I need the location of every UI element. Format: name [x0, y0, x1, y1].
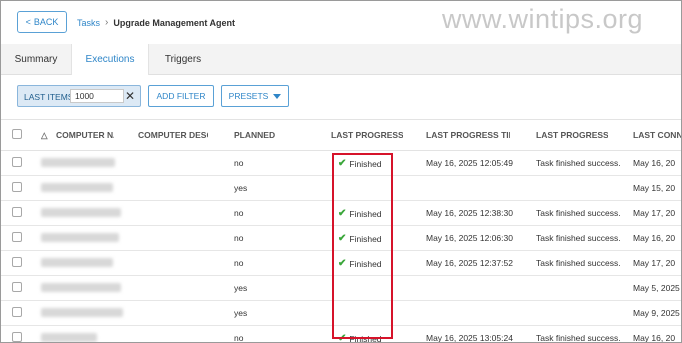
app-window: < BACK Tasks › Upgrade Management Agent …: [0, 0, 682, 343]
row-checkbox[interactable]: [12, 157, 22, 167]
cell-planned: no: [234, 258, 244, 268]
row-checkbox[interactable]: [12, 257, 22, 267]
row-checkbox[interactable]: [12, 307, 22, 317]
chevron-left-icon: <: [25, 17, 31, 27]
cell-time: May 16, 2025 12:38:30: [426, 208, 513, 218]
cell-last-connected: May 16, 20: [633, 333, 676, 343]
top-header: < BACK Tasks › Upgrade Management Agent …: [1, 1, 681, 43]
row-checkbox[interactable]: [12, 232, 22, 242]
cell-planned: yes: [234, 308, 248, 318]
cell-planned: yes: [234, 183, 248, 193]
table-header: △ COMPUTER NA COMPUTER DESC PLANNED LAST…: [1, 119, 681, 151]
cell-time: May 16, 2025 12:06:30: [426, 233, 513, 243]
presets-label: PRESETS: [228, 91, 269, 101]
cell-planned: no: [234, 208, 244, 218]
column-header-planned[interactable]: PLANNED: [234, 130, 304, 140]
cell-last-connected: May 17, 20: [633, 208, 676, 218]
tab-summary[interactable]: Summary: [1, 44, 71, 74]
back-button-label: BACK: [33, 17, 59, 27]
tab-bar: Summary Executions Triggers: [1, 44, 681, 75]
cell-detail: Task finished success...: [536, 333, 620, 343]
redacted-computer-name: [41, 158, 115, 167]
sort-asc-icon[interactable]: △: [41, 130, 49, 141]
row-checkbox[interactable]: [12, 282, 22, 292]
last-items-filter[interactable]: LAST ITEMS ✕: [17, 85, 141, 107]
cell-detail: Task finished success...: [536, 258, 620, 268]
cell-detail: Task finished success...: [536, 158, 620, 168]
clear-filter-icon[interactable]: ✕: [125, 89, 135, 103]
column-header-computer-name[interactable]: COMPUTER NA: [56, 130, 114, 140]
cell-detail: Task finished success...: [536, 208, 620, 218]
last-items-label: LAST ITEMS: [24, 92, 74, 102]
add-filter-label: ADD FILTER: [156, 91, 206, 101]
cell-time: May 16, 2025 12:37:52: [426, 258, 513, 268]
row-checkbox[interactable]: [12, 332, 22, 342]
column-header-last-connected[interactable]: LAST CONNE: [633, 130, 681, 140]
dropdown-arrow-icon: [273, 93, 282, 99]
redacted-computer-name: [41, 283, 121, 292]
page-title: Upgrade Management Agent: [113, 17, 236, 28]
cell-detail: Task finished success...: [536, 233, 620, 243]
row-checkbox[interactable]: [12, 207, 22, 217]
redacted-computer-name: [41, 233, 119, 242]
redacted-computer-name: [41, 308, 123, 317]
cell-last-connected: May 17, 20: [633, 258, 676, 268]
cell-planned: no: [234, 158, 244, 168]
cell-last-connected: May 5, 2025 1: [633, 283, 681, 293]
column-header-last-progress-detail[interactable]: LAST PROGRESS D: [536, 130, 608, 140]
tab-executions[interactable]: Executions: [71, 44, 149, 75]
breadcrumb: Tasks › Upgrade Management Agent: [77, 17, 235, 28]
column-header-last-progress-time[interactable]: LAST PROGRESS TIM: [426, 130, 510, 140]
select-all-checkbox[interactable]: [12, 129, 22, 139]
redacted-computer-name: [41, 258, 113, 267]
cell-last-connected: May 9, 2025 1: [633, 308, 681, 318]
redacted-computer-name: [41, 333, 97, 342]
tab-triggers[interactable]: Triggers: [147, 44, 219, 74]
row-checkbox[interactable]: [12, 182, 22, 192]
column-header-last-progress-status[interactable]: LAST PROGRESS S: [331, 130, 403, 140]
last-items-input[interactable]: [70, 89, 124, 103]
cell-last-connected: May 16, 20: [633, 158, 676, 168]
highlight-box: [332, 153, 393, 339]
cell-time: May 16, 2025 12:05:49: [426, 158, 513, 168]
cell-planned: yes: [234, 283, 248, 293]
presets-dropdown[interactable]: PRESETS: [221, 85, 289, 107]
filter-bar: LAST ITEMS ✕ ADD FILTER PRESETS: [1, 75, 681, 117]
cell-planned: no: [234, 233, 244, 243]
cell-time: May 16, 2025 13:05:24: [426, 333, 513, 343]
add-filter-button[interactable]: ADD FILTER: [148, 85, 214, 107]
breadcrumb-tasks-link[interactable]: Tasks: [77, 18, 100, 28]
cell-last-connected: May 16, 20: [633, 233, 676, 243]
redacted-computer-name: [41, 183, 113, 192]
chevron-right-icon: ›: [105, 17, 109, 28]
back-button[interactable]: < BACK: [17, 11, 67, 33]
cell-last-connected: May 15, 20: [633, 183, 676, 193]
cell-planned: no: [234, 333, 244, 343]
watermark: www.wintips.org: [442, 4, 644, 34]
column-header-computer-description[interactable]: COMPUTER DESC: [138, 130, 208, 140]
redacted-computer-name: [41, 208, 121, 217]
